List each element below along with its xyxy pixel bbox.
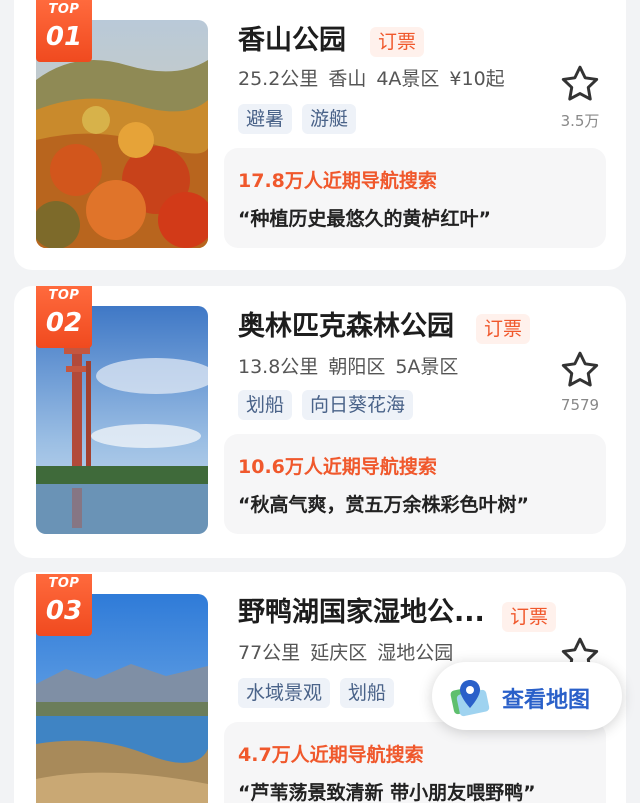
hot-search-box[interactable]: 10.6万人近期导航搜索 “秋高气爽，赏五万余株彩色叶树” <box>224 434 606 534</box>
price: ¥10起 <box>449 68 505 90</box>
attraction-meta: 13.8公里 朝阳区 5A景区 <box>238 354 468 380</box>
favorite-count: 3.5万 <box>560 112 600 130</box>
view-map-button[interactable]: 查看地图 <box>432 662 622 730</box>
attraction-card[interactable]: TOP 01 香山公园 订票 25.2公里 香山 4A景区 ¥10起 避暑 游艇 3.… <box>14 0 626 270</box>
rating-level: 4A景区 <box>376 68 440 90</box>
tag[interactable]: 向日葵花海 <box>302 390 414 420</box>
distance: 77公里 <box>238 642 301 664</box>
favorite-star-icon[interactable] <box>558 348 602 392</box>
rank-number: 03 <box>45 596 83 626</box>
tag[interactable]: 划船 <box>238 390 293 420</box>
hot-search-box[interactable]: 17.8万人近期导航搜索 “种植历史最悠久的黄栌红叶” <box>224 148 606 248</box>
book-ticket-button[interactable]: 订票 <box>502 602 557 632</box>
rank-number: 02 <box>45 308 83 338</box>
hot-search-count: 17.8万人近期导航搜索 <box>238 170 437 192</box>
attraction-title[interactable]: 香山公园 <box>238 22 346 60</box>
tag[interactable]: 游艇 <box>302 104 357 134</box>
rating-level: 5A景区 <box>395 356 459 378</box>
tag[interactable]: 划船 <box>340 678 395 708</box>
tag[interactable]: 避暑 <box>238 104 293 134</box>
rank-number: 01 <box>45 22 83 52</box>
rank-top-label: TOP <box>48 2 80 17</box>
rank-badge: TOP 01 <box>36 0 92 62</box>
hot-search-count: 10.6万人近期导航搜索 <box>238 456 437 478</box>
highlight-quote: “种植历史最悠久的黄栌红叶” <box>238 208 491 230</box>
attraction-card[interactable]: TOP 02 奥林匹克森林公园 订票 13.8公里 朝阳区 5A景区 划船 向日葵花… <box>14 286 626 558</box>
rank-badge: TOP 02 <box>36 286 92 348</box>
view-map-label: 查看地图 <box>502 688 591 713</box>
hot-search-count: 4.7万人近期导航搜索 <box>238 744 424 766</box>
highlight-quote: “秋高气爽，赏五万余株彩色叶树” <box>238 494 529 516</box>
hot-search-box[interactable]: 4.7万人近期导航搜索 “芦苇荡景致清新 带小朋友喂野鸭” <box>224 722 606 803</box>
highlight-quote: “芦苇荡景致清新 带小朋友喂野鸭” <box>238 782 536 803</box>
rank-top-label: TOP <box>48 288 80 303</box>
tag-list: 避暑 游艇 <box>238 104 357 134</box>
district: 朝阳区 <box>328 356 386 378</box>
favorite-star-icon[interactable] <box>558 62 602 106</box>
tag[interactable]: 水域景观 <box>238 678 331 708</box>
district: 延庆区 <box>310 642 368 664</box>
book-ticket-button[interactable]: 订票 <box>370 27 425 57</box>
favorite-count: 7579 <box>560 396 600 414</box>
tag-list: 划船 向日葵花海 <box>238 390 414 420</box>
rank-badge: TOP 03 <box>36 574 92 636</box>
attraction-meta: 25.2公里 香山 4A景区 ¥10起 <box>238 66 515 92</box>
attraction-meta: 77公里 延庆区 湿地公园 <box>238 640 463 666</box>
attraction-title[interactable]: 野鸭湖国家湿地公... <box>238 594 485 632</box>
distance: 13.8公里 <box>238 356 319 378</box>
rating-level: 湿地公园 <box>377 642 454 664</box>
district: 香山 <box>328 68 367 90</box>
rank-top-label: TOP <box>48 576 80 591</box>
attraction-title[interactable]: 奥林匹克森林公园 <box>238 308 454 346</box>
map-pin-icon <box>450 680 490 717</box>
book-ticket-button[interactable]: 订票 <box>476 314 531 344</box>
distance: 25.2公里 <box>238 68 319 90</box>
tag-list: 水域景观 划船 <box>238 678 395 708</box>
